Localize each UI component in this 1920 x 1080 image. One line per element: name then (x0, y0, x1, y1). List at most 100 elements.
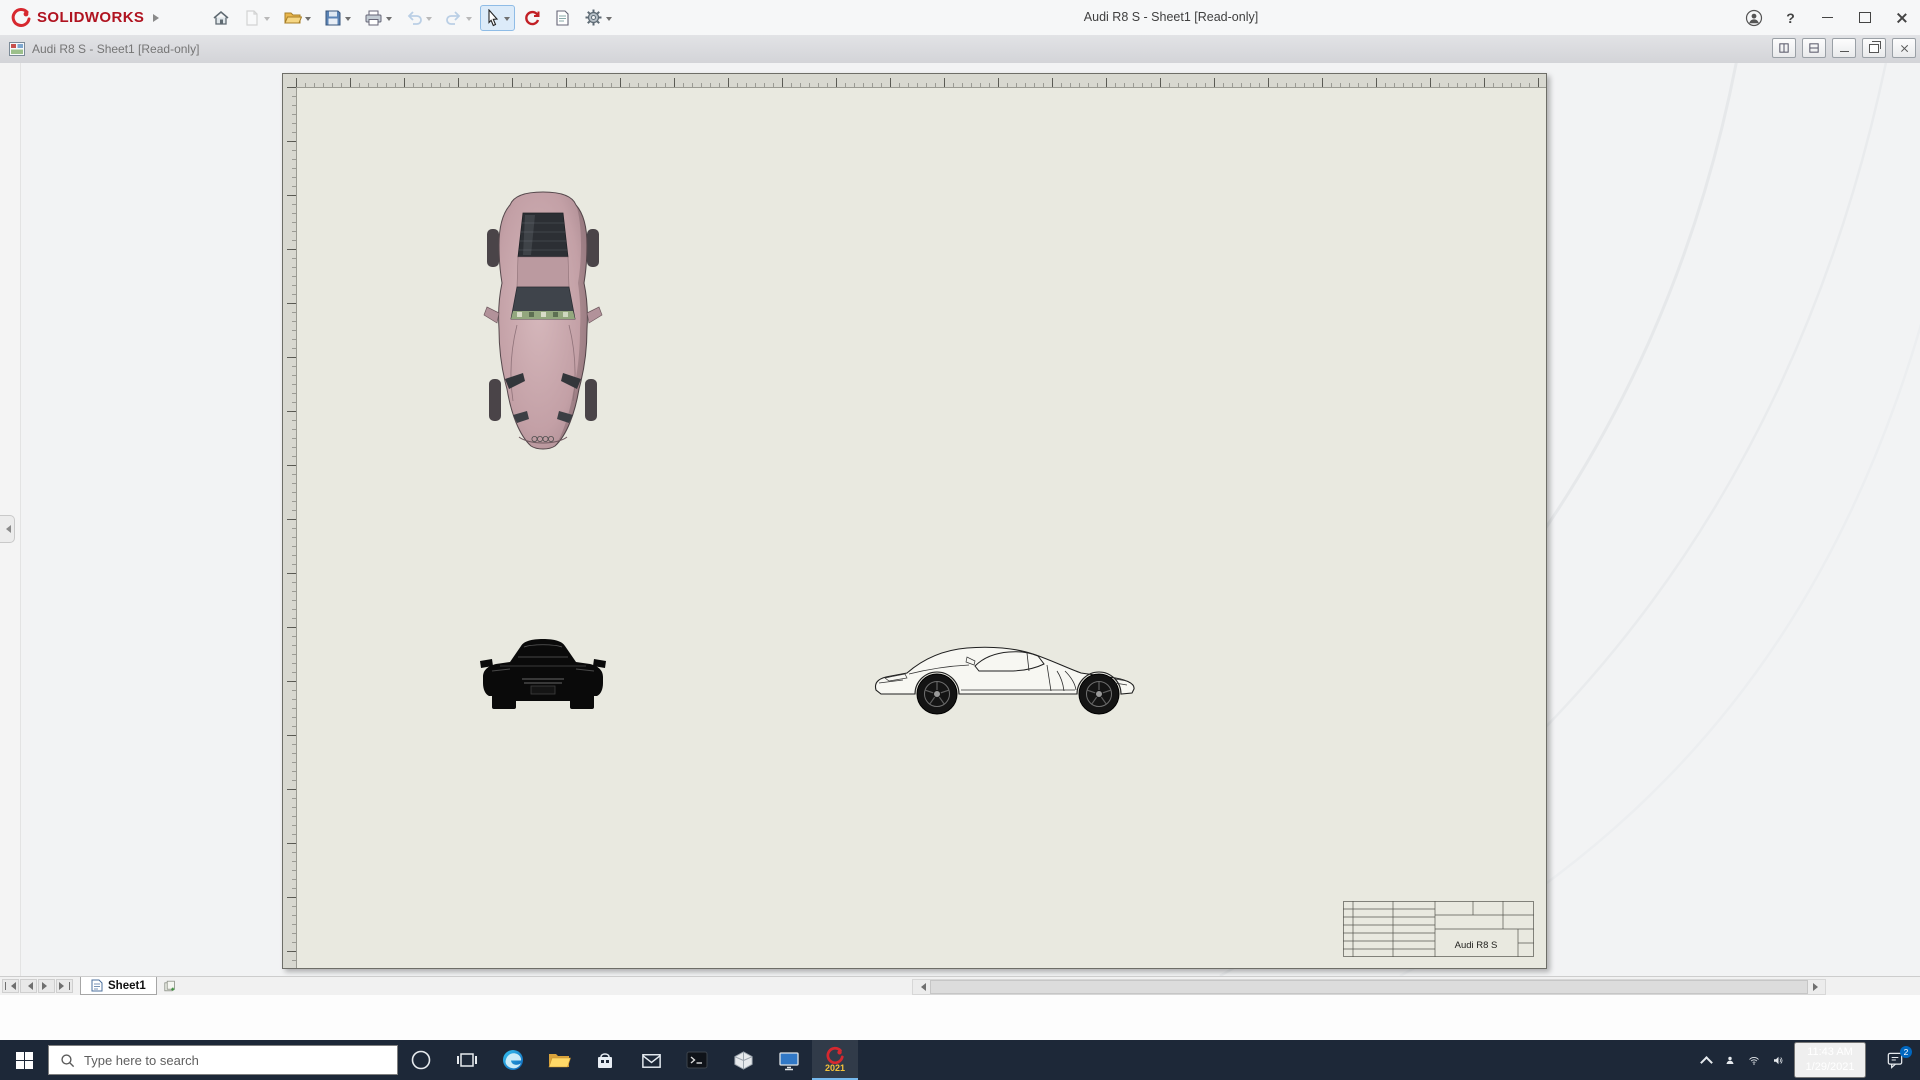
close-icon (1900, 44, 1909, 53)
previous-sheet-button[interactable] (20, 979, 37, 993)
doc-close-button[interactable] (1892, 38, 1916, 58)
chevron-down-icon[interactable] (606, 16, 613, 24)
horizontal-ruler (296, 74, 1546, 88)
rebuild-icon (525, 10, 540, 25)
chevron-down-icon[interactable] (426, 16, 433, 24)
sheet-tab-bar: Sheet1 (0, 976, 1920, 995)
sheet-icon (91, 979, 103, 992)
cube-icon (733, 1050, 753, 1070)
chevron-right-icon (1812, 983, 1822, 991)
select-cursor-icon (488, 8, 499, 26)
maximize-button[interactable] (1846, 0, 1883, 35)
taskbar-task-view-button[interactable] (444, 1040, 490, 1080)
horizontal-scrollbar[interactable] (912, 979, 1826, 995)
taskbar-display-button[interactable] (766, 1040, 812, 1080)
add-sheet-button[interactable] (158, 978, 182, 994)
redo-icon (446, 10, 461, 25)
undo-button[interactable] (400, 5, 437, 31)
drawing-view-front[interactable] (480, 633, 606, 716)
home-button[interactable] (207, 5, 235, 31)
clock-time: 11:43 AM (1807, 1046, 1853, 1059)
chevron-down-icon[interactable] (504, 16, 511, 24)
minimize-button[interactable] (1809, 0, 1846, 35)
scroll-left-button[interactable] (913, 980, 929, 994)
rebuild-button[interactable] (518, 5, 546, 31)
search-input[interactable]: Type here to search (48, 1045, 398, 1075)
panel-flyout-button[interactable] (0, 515, 15, 543)
brand-expand-icon[interactable] (153, 13, 163, 22)
titlebar: SOLIDWORKS Audi R8 S - Sheet1 [Read-only… (0, 0, 1920, 36)
title-block: Audi R8 S (1343, 901, 1534, 957)
help-button[interactable]: ? (1772, 0, 1809, 35)
new-document-button[interactable] (238, 5, 275, 31)
search-icon (61, 1053, 75, 1067)
drawing-view-top[interactable] (483, 189, 603, 454)
chevron-down-icon[interactable] (264, 16, 271, 24)
show-hidden-icons-button[interactable] (1694, 1040, 1718, 1080)
save-button[interactable] (319, 5, 356, 31)
document-title: Audi R8 S - Sheet1 [Read-only] (32, 42, 200, 56)
chevron-left-icon (7, 982, 17, 990)
chevron-down-icon[interactable] (345, 16, 352, 24)
next-sheet-button[interactable] (38, 979, 55, 993)
solidworks-menu[interactable]: SOLIDWORKS (0, 7, 171, 29)
drawing-sheet[interactable]: Audi R8 S (282, 73, 1547, 969)
tray-account-button[interactable] (1718, 1040, 1742, 1080)
redo-button[interactable] (440, 5, 477, 31)
chevron-down-icon[interactable] (305, 16, 312, 24)
select-tool-button[interactable] (480, 4, 516, 31)
solidworks-year-label: 2021 (824, 1062, 846, 1073)
doc-minimize-button[interactable] (1832, 38, 1856, 58)
maximize-icon (1858, 12, 1871, 23)
scroll-right-button[interactable] (1809, 980, 1825, 994)
taskbar-cortana-button[interactable] (398, 1040, 444, 1080)
window-layout-button-2[interactable] (1802, 38, 1826, 58)
account-button[interactable] (1735, 0, 1772, 35)
notification-count-badge: 2 (1900, 1046, 1912, 1058)
file-properties-button[interactable] (549, 5, 576, 31)
first-sheet-button[interactable] (2, 979, 19, 993)
document-titlebar: Audi R8 S - Sheet1 [Read-only] (0, 35, 1920, 64)
drawing-view-side[interactable] (869, 633, 1147, 717)
last-sheet-button[interactable] (56, 979, 73, 993)
taskbar-clock[interactable]: 11:43 AM 1/29/2021 (1794, 1042, 1866, 1078)
start-button[interactable] (0, 1040, 48, 1080)
taskbar-edge-button[interactable] (490, 1040, 536, 1080)
print-button[interactable] (359, 5, 397, 31)
window-layout-button-1[interactable] (1772, 38, 1796, 58)
taskbar-terminal-button[interactable] (674, 1040, 720, 1080)
vertical-ruler (283, 87, 297, 968)
mail-icon (641, 1053, 661, 1068)
chevron-down-icon[interactable] (386, 16, 393, 24)
doc-restore-button[interactable] (1862, 38, 1886, 58)
chevron-left-icon (24, 982, 33, 990)
solidworks-window: SOLIDWORKS Audi R8 S - Sheet1 [Read-only… (0, 0, 1920, 1080)
taskbar-store-button[interactable] (582, 1040, 628, 1080)
restore-icon (1869, 40, 1881, 53)
taskbar-mail-button[interactable] (628, 1040, 674, 1080)
speaker-icon (1774, 1056, 1783, 1064)
close-icon (1896, 12, 1908, 24)
car-side-view (874, 646, 1135, 715)
chevron-down-icon[interactable] (466, 16, 473, 24)
action-center-button[interactable]: 2 (1870, 1040, 1920, 1080)
options-button[interactable] (579, 5, 617, 31)
cortana-icon (411, 1050, 431, 1070)
tab-sheet1[interactable]: Sheet1 (80, 977, 157, 995)
graphics-area[interactable]: Audi R8 S (0, 63, 1920, 976)
help-icon: ? (1786, 9, 1795, 26)
scrollbar-thumb[interactable] (930, 980, 1808, 994)
cascade-windows-icon (1809, 43, 1819, 53)
sheet-nav-buttons (2, 979, 73, 993)
tray-volume-button[interactable] (1766, 1040, 1790, 1080)
open-button[interactable] (278, 5, 316, 31)
tray-network-button[interactable] (1742, 1040, 1766, 1080)
windows-taskbar: Type here to search 2021 11:43 AM 1/29/2… (0, 1040, 1920, 1080)
close-button[interactable] (1883, 0, 1920, 35)
add-sheet-icon (164, 980, 175, 992)
taskbar-file-explorer-button[interactable] (536, 1040, 582, 1080)
chevron-up-icon (1699, 1055, 1713, 1069)
taskbar-solidworks-button[interactable]: 2021 (812, 1040, 858, 1080)
taskbar-3d-viewer-button[interactable] (720, 1040, 766, 1080)
brand-text: SOLIDWORKS (37, 9, 145, 26)
